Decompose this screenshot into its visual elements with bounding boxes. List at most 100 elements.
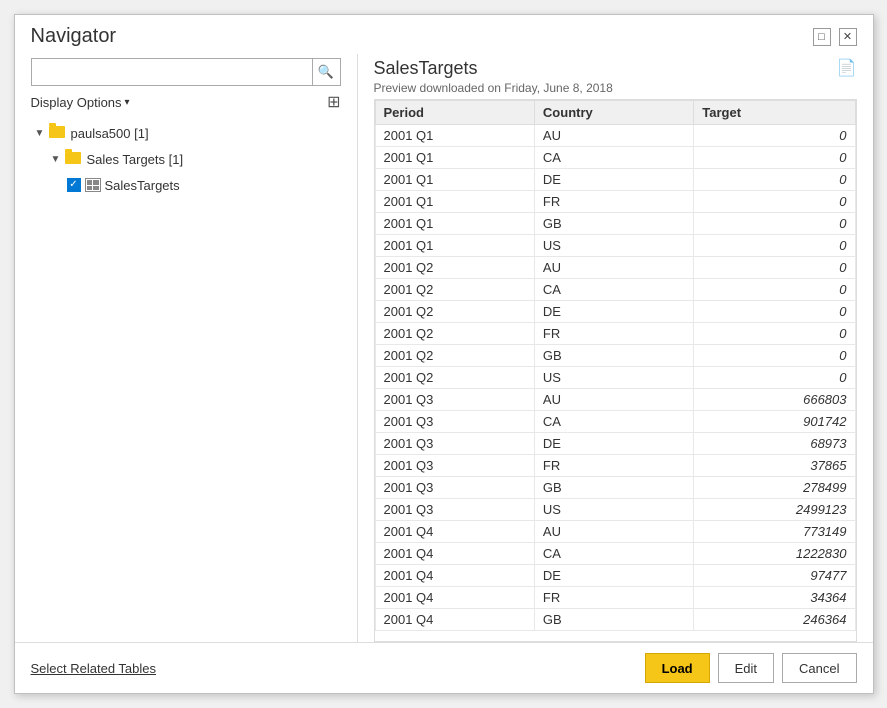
tree-area[interactable]: ▼ paulsa500 [1] ▼ Sales Targets [1] bbox=[31, 120, 341, 642]
table-cell: 0 bbox=[694, 367, 855, 389]
table-body: 2001 Q1AU02001 Q1CA02001 Q1DE02001 Q1FR0… bbox=[375, 125, 855, 631]
table-cell: GB bbox=[534, 477, 693, 499]
minimize-button[interactable]: □ bbox=[813, 28, 831, 46]
table-cell: US bbox=[534, 235, 693, 257]
table-row: 2001 Q3FR37865 bbox=[375, 455, 855, 477]
table-cell: 2001 Q2 bbox=[375, 367, 534, 389]
table-row: 2001 Q3US2499123 bbox=[375, 499, 855, 521]
table-cell: CA bbox=[534, 411, 693, 433]
footer: Select Related Tables Load Edit Cancel bbox=[15, 642, 873, 693]
tree-item-sales-targets-table[interactable]: ✓ SalesTargets bbox=[31, 172, 341, 198]
table-cell: 2001 Q4 bbox=[375, 587, 534, 609]
table-row: 2001 Q2FR0 bbox=[375, 323, 855, 345]
preview-table: Period Country Target 2001 Q1AU02001 Q1C… bbox=[375, 100, 856, 631]
table-row: 2001 Q1CA0 bbox=[375, 147, 855, 169]
table-cell: FR bbox=[534, 191, 693, 213]
table-row: 2001 Q2AU0 bbox=[375, 257, 855, 279]
table-row: 2001 Q2CA0 bbox=[375, 279, 855, 301]
table-cell: US bbox=[534, 367, 693, 389]
table-row: 2001 Q2GB0 bbox=[375, 345, 855, 367]
table-cell: 2001 Q1 bbox=[375, 147, 534, 169]
table-row: 2001 Q2US0 bbox=[375, 367, 855, 389]
expand-icon-paulsa500: ▼ bbox=[35, 128, 49, 139]
checkbox-sales-targets-table[interactable]: ✓ bbox=[67, 178, 81, 192]
table-cell: FR bbox=[534, 455, 693, 477]
cancel-button[interactable]: Cancel bbox=[782, 653, 856, 683]
table-cell: 0 bbox=[694, 345, 855, 367]
table-cell: 0 bbox=[694, 213, 855, 235]
col-header-country: Country bbox=[534, 101, 693, 125]
col-header-target: Target bbox=[694, 101, 855, 125]
search-button[interactable]: 🔍 bbox=[313, 58, 341, 86]
preview-subtitle: Preview downloaded on Friday, June 8, 20… bbox=[374, 81, 613, 95]
folder-icon-paulsa500 bbox=[49, 126, 67, 140]
table-row: 2001 Q1US0 bbox=[375, 235, 855, 257]
preview-external-icon: 📄 bbox=[837, 60, 857, 77]
table-row: 2001 Q4FR34364 bbox=[375, 587, 855, 609]
table-cell: FR bbox=[534, 587, 693, 609]
table-cell: AU bbox=[534, 389, 693, 411]
table-cell: 2001 Q1 bbox=[375, 235, 534, 257]
table-cell: AU bbox=[534, 521, 693, 543]
search-input[interactable] bbox=[31, 58, 313, 86]
preview-table-container[interactable]: Period Country Target 2001 Q1AU02001 Q1C… bbox=[374, 99, 857, 642]
table-cell: 0 bbox=[694, 147, 855, 169]
display-options-arrow: ▾ bbox=[125, 97, 130, 108]
table-cell: 68973 bbox=[694, 433, 855, 455]
select-related-tables-button[interactable]: Select Related Tables bbox=[31, 661, 157, 676]
table-cell: 0 bbox=[694, 301, 855, 323]
table-cell: 2001 Q3 bbox=[375, 411, 534, 433]
table-cell: 0 bbox=[694, 257, 855, 279]
tree-label-paulsa500: paulsa500 [1] bbox=[71, 126, 149, 141]
table-row: 2001 Q1GB0 bbox=[375, 213, 855, 235]
table-row: 2001 Q3GB278499 bbox=[375, 477, 855, 499]
col-header-period: Period bbox=[375, 101, 534, 125]
table-cell: 2001 Q1 bbox=[375, 125, 534, 147]
footer-left: Select Related Tables bbox=[31, 661, 157, 676]
table-cell: 2001 Q3 bbox=[375, 389, 534, 411]
tree-item-paulsa500[interactable]: ▼ paulsa500 [1] bbox=[31, 120, 341, 146]
table-row: 2001 Q3AU666803 bbox=[375, 389, 855, 411]
close-button[interactable]: ✕ bbox=[839, 28, 857, 46]
table-header-row: Period Country Target bbox=[375, 101, 855, 125]
edit-button[interactable]: Edit bbox=[718, 653, 774, 683]
tree-label-sales-targets: Sales Targets [1] bbox=[87, 152, 184, 167]
left-panel: 🔍 Display Options ▾ ⊞ ▼ bbox=[31, 54, 341, 642]
table-cell: 901742 bbox=[694, 411, 855, 433]
table-cell: 2001 Q1 bbox=[375, 169, 534, 191]
load-button[interactable]: Load bbox=[645, 653, 710, 683]
preview-header-text: SalesTargets Preview downloaded on Frida… bbox=[374, 58, 613, 95]
table-cell: 34364 bbox=[694, 587, 855, 609]
table-options-icon-button[interactable]: ⊞ bbox=[327, 92, 340, 112]
table-row: 2001 Q3CA901742 bbox=[375, 411, 855, 433]
table-cell: 0 bbox=[694, 235, 855, 257]
table-cell: 2001 Q3 bbox=[375, 455, 534, 477]
right-panel: SalesTargets Preview downloaded on Frida… bbox=[374, 54, 857, 642]
table-schema-icon bbox=[85, 178, 101, 192]
tree-item-sales-targets[interactable]: ▼ Sales Targets [1] bbox=[31, 146, 341, 172]
table-cell: 2001 Q3 bbox=[375, 477, 534, 499]
table-cell: 2001 Q4 bbox=[375, 521, 534, 543]
dialog-title: Navigator bbox=[31, 25, 117, 48]
table-row: 2001 Q4CA1222830 bbox=[375, 543, 855, 565]
table-row: 2001 Q4GB246364 bbox=[375, 609, 855, 631]
preview-title: SalesTargets bbox=[374, 58, 613, 79]
table-cell: 2001 Q4 bbox=[375, 609, 534, 631]
table-cell: 2001 Q2 bbox=[375, 345, 534, 367]
display-options-button[interactable]: Display Options ▾ bbox=[31, 95, 130, 110]
table-cell: 246364 bbox=[694, 609, 855, 631]
preview-icon-button[interactable]: 📄 bbox=[837, 58, 857, 78]
table-cell: 2499123 bbox=[694, 499, 855, 521]
table-row: 2001 Q2DE0 bbox=[375, 301, 855, 323]
table-cell: 2001 Q1 bbox=[375, 191, 534, 213]
checkbox-check-icon: ✓ bbox=[69, 180, 77, 190]
folder-icon-sales-targets bbox=[65, 152, 83, 166]
title-bar-controls: □ ✕ bbox=[813, 28, 857, 46]
table-cell: US bbox=[534, 499, 693, 521]
navigator-dialog: Navigator □ ✕ 🔍 Display Options ▾ bbox=[14, 14, 874, 694]
display-options-label: Display Options bbox=[31, 95, 122, 110]
table-row: 2001 Q3DE68973 bbox=[375, 433, 855, 455]
table-cell: 278499 bbox=[694, 477, 855, 499]
preview-header: SalesTargets Preview downloaded on Frida… bbox=[374, 58, 857, 95]
table-cell: 0 bbox=[694, 279, 855, 301]
